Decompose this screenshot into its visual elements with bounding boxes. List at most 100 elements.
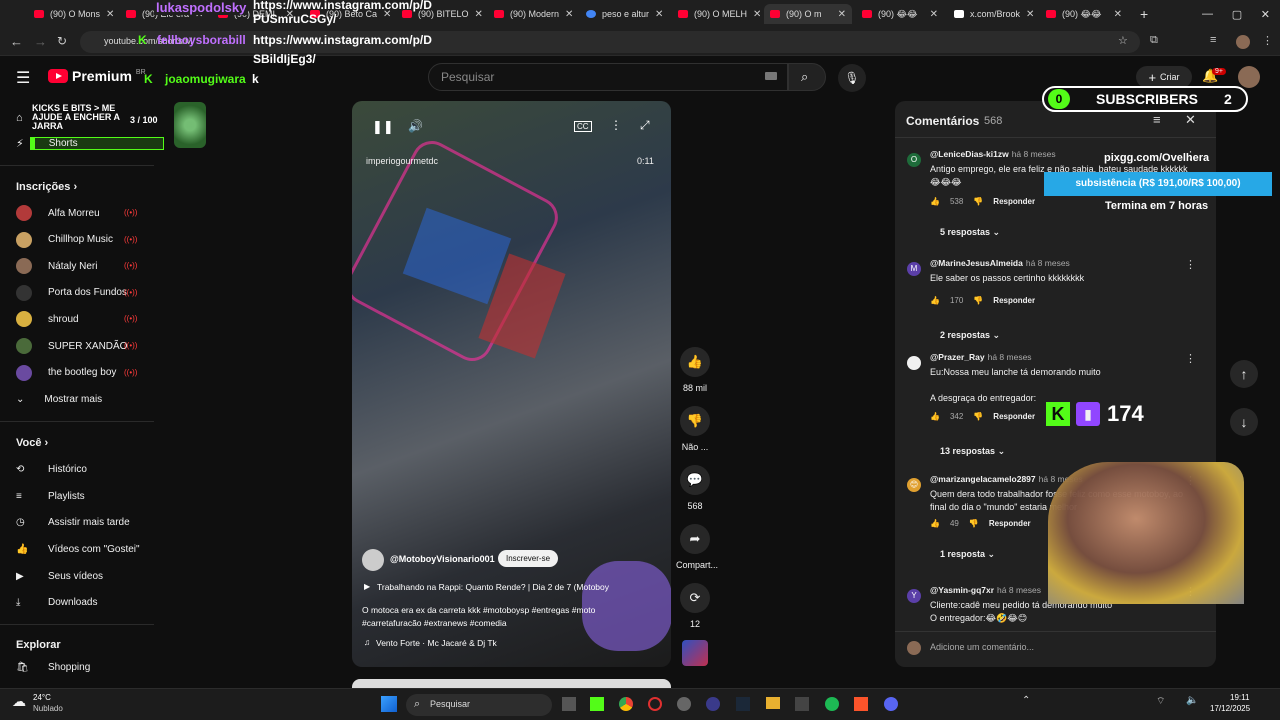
sidebar-subscription-item[interactable]: Nátaly Neri: [16, 256, 97, 276]
search-button[interactable]: ⌕: [788, 63, 826, 91]
view-replies-button[interactable]: 13 respostas ⌄: [940, 446, 1005, 457]
comment-author[interactable]: @LeniceDias-ki1zw há 8 meses: [930, 149, 1056, 159]
thumbs-down-icon[interactable]: 👎: [973, 412, 983, 421]
extensions-icon[interactable]: ⧉: [1150, 34, 1158, 47]
more-vert-icon[interactable]: ⋮: [1185, 352, 1196, 365]
arrow-up-icon[interactable]: ↑: [1230, 360, 1258, 388]
thumbs-down-icon[interactable]: 👎: [969, 519, 979, 528]
sidebar-subscription-item[interactable]: the bootleg boy: [16, 363, 116, 383]
chrome-icon[interactable]: [619, 697, 633, 711]
commenter-avatar[interactable]: Y: [907, 589, 921, 603]
sidebar-item-downloads[interactable]: ⤓ Downloads: [16, 592, 97, 612]
volume-icon[interactable]: 🔊: [408, 119, 423, 133]
sidebar-subscription-item[interactable]: Chillhop Music: [16, 230, 113, 250]
close-icon[interactable]: ✕: [565, 9, 573, 20]
arrow-down-icon[interactable]: ↓: [1230, 408, 1258, 436]
add-comment-input[interactable]: Adicione um comentário...: [930, 642, 1034, 652]
you-heading[interactable]: Você ›: [16, 437, 48, 449]
browser-tab[interactable]: x.com/Brook ✕: [948, 4, 1036, 24]
commenter-avatar[interactable]: M: [907, 262, 921, 276]
task-view-icon[interactable]: [562, 697, 576, 711]
forward-icon[interactable]: →: [34, 34, 47, 49]
star-icon[interactable]: ☆: [1118, 34, 1128, 47]
thumbs-down-icon[interactable]: 👎: [973, 296, 983, 305]
youtube-premium-logo[interactable]: Premium BR: [48, 68, 146, 84]
weather-icon[interactable]: ☁: [12, 693, 26, 710]
browser-tab-active[interactable]: (90) O m ✕: [764, 4, 852, 24]
remix-button[interactable]: ⟳ 12: [676, 583, 714, 629]
spotify-icon[interactable]: [825, 697, 839, 711]
commenter-avatar[interactable]: [907, 356, 921, 370]
sidebar-item-shorts[interactable]: ⚡ Shorts: [16, 133, 78, 153]
music-link[interactable]: Vento Forte · Mc Jacaré & Dj Tk: [376, 638, 497, 648]
reply-button[interactable]: Responder: [993, 296, 1035, 305]
close-window-icon[interactable]: ✕: [1261, 8, 1270, 21]
browser-tab[interactable]: (90) O Mons ✕: [28, 4, 116, 24]
captions-icon[interactable]: CC: [574, 121, 592, 132]
browser-tab[interactable]: (90) O MELH ✕: [672, 4, 760, 24]
thumbs-down-icon[interactable]: 👎: [973, 197, 983, 206]
view-replies-button[interactable]: 5 respostas ⌄: [940, 227, 1000, 238]
sound-thumbnail[interactable]: [682, 640, 708, 666]
pause-icon[interactable]: ❚❚: [372, 119, 394, 135]
sidebar-subscription-item[interactable]: Porta dos Fundos: [16, 283, 127, 303]
channel-name[interactable]: @MotoboyVisionario001: [390, 554, 495, 564]
reply-button[interactable]: Responder: [989, 519, 1031, 528]
comment-author[interactable]: @Yasmin-gq7xr há 8 meses: [930, 585, 1041, 595]
subscriptions-heading[interactable]: Inscrições ›: [16, 181, 77, 193]
chevron-up-icon[interactable]: ⌃: [1022, 695, 1030, 706]
app-icon[interactable]: [677, 697, 691, 711]
discord-icon[interactable]: [884, 697, 898, 711]
close-icon[interactable]: ✕: [753, 9, 760, 20]
back-icon[interactable]: ←: [10, 34, 23, 49]
browser-tab[interactable]: peso e altur ✕: [580, 4, 668, 24]
kick-app-icon[interactable]: [590, 697, 604, 711]
close-icon[interactable]: ✕: [655, 9, 663, 20]
sidebar-subscription-item[interactable]: SUPER XANDÃO: [16, 336, 127, 356]
shorts-video-player[interactable]: ❚❚ 🔊 CC ⋮ ⤢ imperiogourmetdc 0:11 @Motob…: [352, 101, 671, 667]
opera-icon[interactable]: [648, 697, 662, 711]
comment-author[interactable]: @Prazer_Ray há 8 meses: [930, 352, 1032, 362]
comment-author[interactable]: @marizangelacamelo2897 há 8 meses: [930, 474, 1083, 484]
close-icon[interactable]: ✕: [1026, 9, 1034, 20]
sidebar-item-liked-videos[interactable]: 👍 Vídeos com "Gostei": [16, 539, 140, 559]
sidebar-item-watch-later[interactable]: ◷ Assistir mais tarde: [16, 512, 130, 532]
profile-avatar[interactable]: [1236, 35, 1250, 49]
more-vert-icon[interactable]: ⋮: [1262, 34, 1273, 47]
menu-icon[interactable]: ≡: [1210, 34, 1216, 46]
new-tab-button[interactable]: +: [1134, 4, 1152, 24]
browser-tab[interactable]: (90) 😂😂 ✕: [1040, 4, 1128, 24]
show-more-button[interactable]: ⌄ Mostrar mais: [16, 389, 102, 409]
app-icon[interactable]: [795, 697, 809, 711]
minimize-icon[interactable]: —: [1202, 8, 1213, 20]
maximize-icon[interactable]: ▢: [1232, 8, 1242, 21]
file-explorer-icon[interactable]: [766, 697, 780, 709]
sidebar-item-playlists[interactable]: ≡ Playlists: [16, 486, 85, 506]
thumbs-up-icon[interactable]: 👍: [930, 412, 940, 421]
thumbs-up-icon[interactable]: 👍: [930, 197, 940, 206]
view-replies-button[interactable]: 2 respostas ⌄: [940, 330, 1000, 341]
more-vert-icon[interactable]: ⋮: [610, 118, 622, 132]
commenter-avatar[interactable]: 😊: [907, 478, 921, 492]
view-replies-button[interactable]: 1 resposta ⌄: [940, 549, 995, 560]
sort-icon[interactable]: ≡: [1153, 112, 1161, 127]
close-icon[interactable]: ✕: [930, 9, 938, 20]
windows-start-icon[interactable]: [381, 696, 397, 712]
home-icon[interactable]: ⌂: [16, 112, 23, 124]
more-vert-icon[interactable]: ⋮: [1185, 258, 1196, 271]
hamburger-menu-icon[interactable]: ☰: [16, 68, 30, 88]
reload-icon[interactable]: ↻: [57, 34, 67, 48]
like-button[interactable]: 👍 88 mil: [676, 347, 714, 393]
sidebar-item-history[interactable]: ⟲ Histórico: [16, 459, 87, 479]
commenter-avatar[interactable]: O: [907, 153, 921, 167]
search-input[interactable]: Pesquisar: [428, 63, 788, 91]
reply-button[interactable]: Responder: [993, 412, 1035, 421]
brave-icon[interactable]: [854, 697, 868, 711]
dislike-button[interactable]: 👎 Não ...: [676, 406, 714, 452]
subscribe-button[interactable]: Inscrever-se: [498, 550, 559, 567]
browser-tab[interactable]: (90) 😂😂 ✕: [856, 4, 944, 24]
close-icon[interactable]: ✕: [475, 9, 483, 20]
sidebar-subscription-item[interactable]: shroud: [16, 309, 79, 329]
volume-icon[interactable]: 🔈: [1186, 695, 1198, 706]
fullscreen-icon[interactable]: ⤢: [640, 118, 650, 133]
